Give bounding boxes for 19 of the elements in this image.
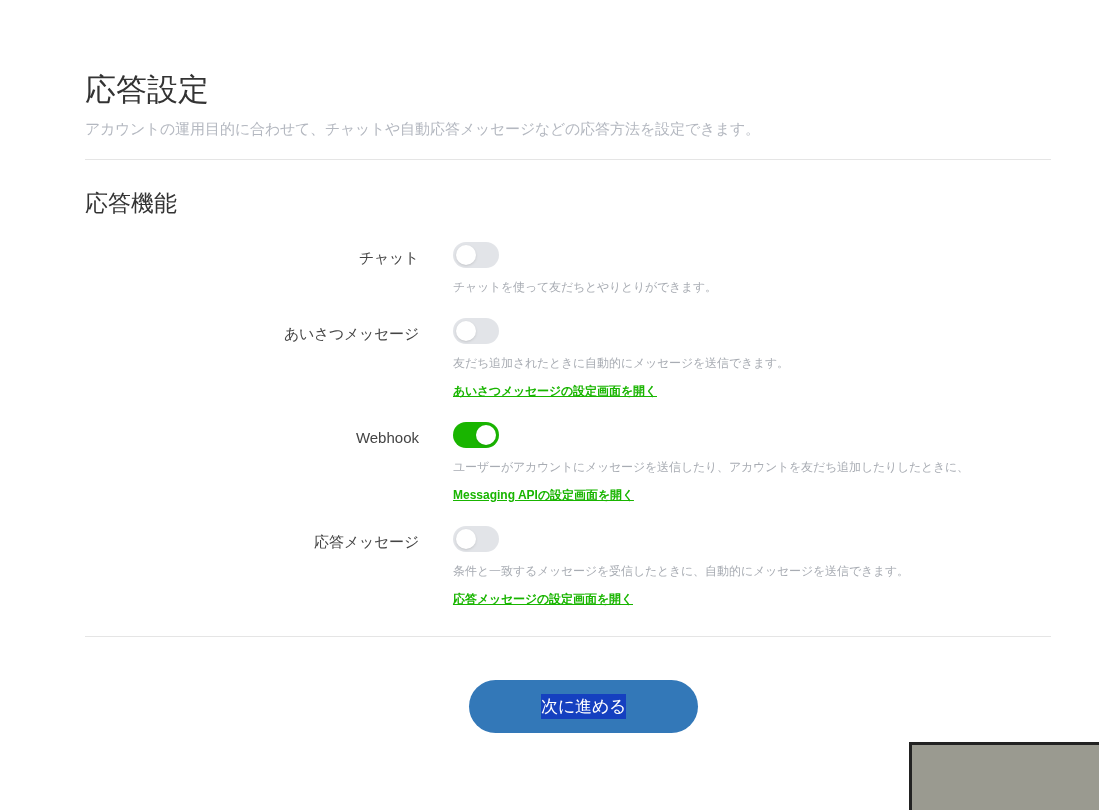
setting-description: 友だち追加されたときに自動的にメッセージを送信できます。	[453, 355, 789, 372]
toggle-switch[interactable]	[453, 318, 499, 344]
setting-label: 応答メッセージ	[314, 532, 419, 552]
toggle-switch[interactable]	[453, 526, 499, 552]
settings-link[interactable]: Messaging APIの設定画面を開く	[453, 486, 634, 504]
page-title: 応答設定	[85, 71, 210, 109]
setting-description: チャットを使って友だちとやりとりができます。	[453, 279, 717, 296]
settings-link[interactable]: あいさつメッセージの設定画面を開く	[453, 382, 657, 400]
setting-label: Webhook	[355, 428, 419, 448]
page-description: アカウントの運用目的に合わせて、チャットや自動応答メッセージなどの応答方法を設定できます。	[85, 119, 761, 139]
setting-description: ユーザーがアカウントにメッセージを送信したり、アカウントを友だち追加したりしたときに、	[453, 459, 969, 476]
setting-label: あいさつメッセージ	[284, 324, 419, 344]
toggle-switch[interactable]	[453, 242, 499, 268]
toggle-switch[interactable]	[453, 422, 499, 448]
setting-label: チャット	[359, 248, 419, 268]
setting-description: 条件と一致するメッセージを受信したときに、自動的にメッセージを送信できます。	[453, 563, 909, 580]
next-button[interactable]: 次に進める	[468, 680, 698, 733]
section-title: 応答機能	[85, 188, 178, 218]
settings-link[interactable]: 応答メッセージの設定画面を開く	[453, 590, 633, 608]
